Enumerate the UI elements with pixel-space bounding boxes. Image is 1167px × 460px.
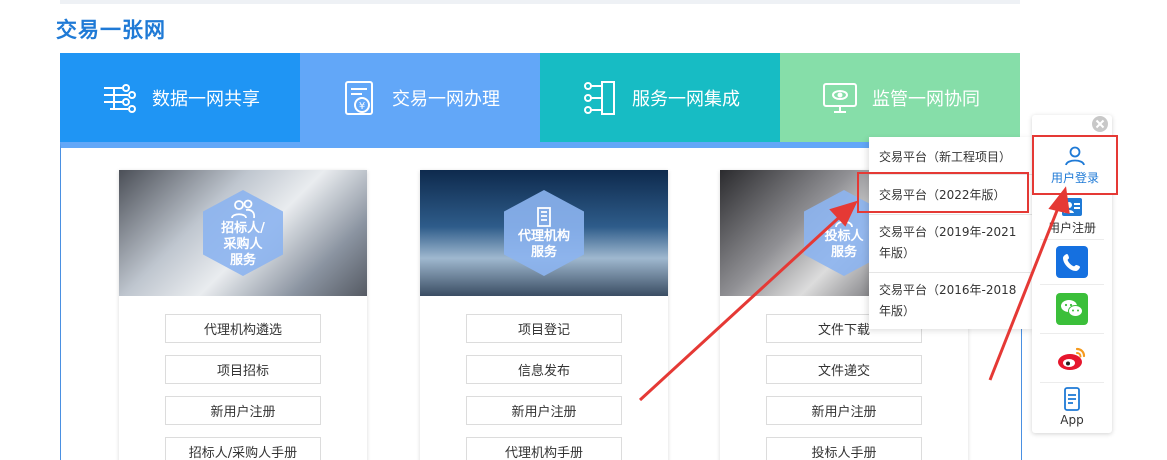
info-publish-button[interactable]: 信息发布 [466, 355, 622, 384]
tab-data-share[interactable]: 数据一网共享 [60, 53, 300, 142]
project-tender-button[interactable]: 项目招标 [165, 355, 321, 384]
login-label: 用户登录 [1050, 170, 1099, 185]
sidebar-divider [1040, 239, 1104, 240]
tab-label: 监管一网协同 [872, 88, 980, 110]
tab-label: 数据一网共享 [152, 88, 260, 110]
register-label: 用户注册 [1047, 220, 1096, 235]
badge-text: 服务 [229, 252, 256, 268]
data-share-icon [104, 83, 136, 113]
tab-label: 服务一网集成 [632, 88, 740, 110]
sidebar-divider [1040, 382, 1104, 383]
dropdown-item-new-project[interactable]: 交易平台（新工程项目） [879, 147, 1028, 168]
badge-text: 服务 [830, 244, 857, 260]
service-integration-icon [584, 80, 615, 115]
card-badge: 代理机构 服务 [504, 190, 584, 276]
user-login-button[interactable]: 用户登录 [1032, 135, 1118, 195]
platform-dropdown: 交易平台（新工程项目） 交易平台（2022年版） 交易平台（2019年-2021… [869, 137, 1034, 329]
tenderer-manual-button[interactable]: 招标人/采购人手册 [165, 437, 321, 460]
card-links: 代理机构遴选 项目招标 新用户注册 招标人/采购人手册 [119, 296, 367, 460]
service-card-agency: 代理机构 服务 项目登记 信息发布 新用户注册 代理机构手册 [420, 170, 668, 460]
building-icon [537, 206, 551, 227]
top-divider [60, 0, 1020, 4]
card-badge: 招标人/ 采购人 服务 [203, 190, 283, 276]
tab-label: 交易一网办理 [392, 88, 500, 110]
new-user-register-button[interactable]: 新用户注册 [466, 396, 622, 425]
user-icon [835, 207, 853, 227]
file-submit-button[interactable]: 文件递交 [766, 355, 922, 384]
bidder-manual-button[interactable]: 投标人手册 [766, 437, 922, 460]
wechat-button[interactable] [1032, 287, 1112, 331]
id-card-icon [1062, 197, 1082, 216]
app-button[interactable]: App [1032, 384, 1112, 430]
service-card-tenderer: 招标人/ 采购人 服务 代理机构遴选 项目招标 新用户注册 招标人/采购人手册 [119, 170, 367, 460]
tab-supervision[interactable]: 监管一网协同 [780, 53, 1020, 142]
card-links: 项目登记 信息发布 新用户注册 代理机构手册 [420, 296, 668, 460]
section-title: 交易一张网 [56, 18, 166, 42]
dropdown-item-2016-2018[interactable]: 交易平台（2016年-2018年版） [879, 280, 1028, 322]
card-image: 招标人/ 采购人 服务 [119, 170, 367, 296]
new-user-register-button[interactable]: 新用户注册 [165, 396, 321, 425]
dropdown-divider [869, 272, 1034, 273]
svg-text:¥: ¥ [359, 101, 365, 112]
highlight-box-2022 [857, 172, 1029, 213]
weibo-icon [1058, 347, 1086, 370]
sidebar-divider [1040, 284, 1104, 285]
mobile-app-icon [1064, 387, 1080, 411]
feature-tabs: 数据一网共享 ¥ 交易一网办理 服务一网集成 监管一网协同 [60, 53, 1020, 142]
tab-transaction[interactable]: ¥ 交易一网办理 [300, 53, 540, 142]
badge-text: 代理机构 [517, 228, 570, 244]
weibo-button[interactable] [1032, 336, 1112, 380]
user-register-button[interactable]: 用户注册 [1032, 194, 1112, 238]
wechat-icon [1056, 293, 1088, 325]
agency-selection-button[interactable]: 代理机构遴选 [165, 314, 321, 343]
badge-text: 投标人 [824, 228, 864, 244]
users-icon [231, 199, 256, 218]
transaction-icon: ¥ [345, 80, 373, 115]
tab-service[interactable]: 服务一网集成 [540, 53, 780, 142]
page: 交易一张网 数据一网共享 ¥ 交易一网办理 服务一网集成 监管一网协同 招标人/… [0, 0, 1167, 460]
badge-text: 采购人 [223, 236, 263, 252]
agency-manual-button[interactable]: 代理机构手册 [466, 437, 622, 460]
sidebar-divider [1040, 333, 1104, 334]
monitor-icon [823, 82, 857, 113]
dropdown-item-2019-2021[interactable]: 交易平台（2019年-2021年版） [879, 222, 1028, 264]
dropdown-divider [869, 214, 1034, 215]
new-user-register-button[interactable]: 新用户注册 [766, 396, 922, 425]
phone-button[interactable] [1032, 241, 1112, 283]
app-label: App [1060, 413, 1084, 427]
badge-text: 招标人/ [221, 220, 265, 236]
badge-text: 服务 [530, 244, 557, 260]
card-image: 代理机构 服务 [420, 170, 668, 296]
user-login-icon [1065, 146, 1085, 165]
phone-icon [1056, 246, 1088, 278]
close-icon[interactable] [1091, 115, 1109, 133]
project-registration-button[interactable]: 项目登记 [466, 314, 622, 343]
